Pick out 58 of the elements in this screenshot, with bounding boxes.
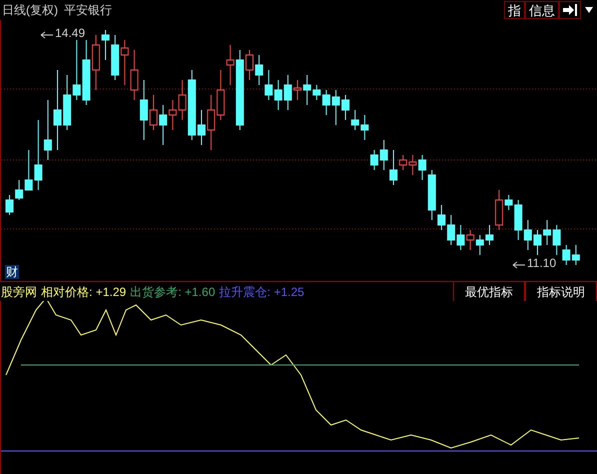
candlestick [130,50,138,100]
candlestick [120,40,129,86]
candlestick [466,230,474,250]
candlestick [543,220,552,246]
candlestick [63,74,72,130]
candlestick [342,94,350,120]
candlestick [159,104,168,146]
candlestick [111,34,120,80]
finance-badge[interactable]: 财 [5,265,19,279]
low-price-label: 11.10 [527,255,556,272]
candlestick [438,204,446,230]
high-price-label: 14.49 [55,25,86,42]
candlestick [456,224,465,250]
candlestick [198,110,206,146]
low-arrow-icon [512,262,526,268]
indicator-button[interactable]: 最优指标 [453,282,525,301]
candlestick [351,110,360,130]
candlestick [255,54,264,86]
candlestick [264,70,273,100]
candlestick [294,80,302,100]
toolbar-tab[interactable]: 指 [504,1,525,19]
candlestick [150,94,158,130]
candlestick [92,34,100,90]
caret-icon [585,7,593,13]
arrow-to-bar-icon [563,4,577,16]
candlestick [534,230,542,256]
candlestick [102,30,110,60]
candlestick [216,70,225,120]
period-label: 日线(复权) [2,2,58,19]
indicator-button[interactable]: 指标说明 [525,282,597,301]
candlestick [82,40,90,106]
pin-button[interactable] [559,1,581,19]
candlestick [399,154,408,170]
candlestick [6,194,14,216]
candlestick [284,74,292,110]
candlestick [140,80,148,140]
candlestick [360,114,369,140]
candlestick [332,90,340,126]
indicator-value: 相对价格: +1.29 [41,284,126,300]
candlestick [408,154,417,176]
candlestick [486,224,494,246]
candlestick [390,150,398,186]
stock-name: 平安银行 [64,2,112,19]
toolbar-tab[interactable]: 信息 [525,1,559,19]
candlestick [572,244,580,266]
candlestick [246,50,254,80]
candlestick [44,100,52,160]
indicator-value: 出货参考: +1.60 [130,284,216,300]
candlestick [274,80,282,110]
candlestick [168,100,177,130]
candlestick [476,234,484,256]
candlestick [524,220,532,250]
candlestick [207,94,216,150]
candlestick [447,214,456,246]
indicator-value: 拉升震仓: +1.25 [219,284,304,300]
indicator-name: 股旁网 [1,284,37,300]
candlestick [72,40,81,100]
high-arrow-icon [40,32,54,38]
